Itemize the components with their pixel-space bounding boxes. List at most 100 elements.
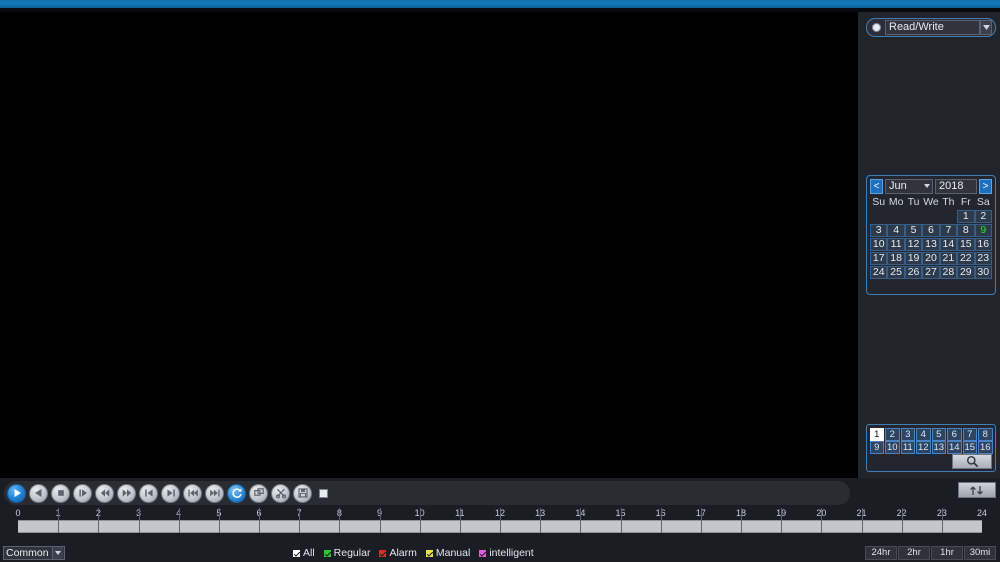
calendar-day[interactable]: 2 xyxy=(974,210,992,223)
rewind-icon xyxy=(99,487,111,499)
scale-button-2hr[interactable]: 2hr xyxy=(898,546,930,560)
legend-item-manual[interactable]: Manual xyxy=(424,547,470,559)
calendar-day[interactable]: 20 xyxy=(922,252,940,265)
channel-button-1[interactable]: 1 xyxy=(869,428,884,441)
calendar-weekday: Sa xyxy=(976,196,990,208)
next-file-button[interactable] xyxy=(205,483,224,503)
calendar-day[interactable]: 3 xyxy=(870,224,888,237)
channel-row-2: 9 10 11 12 13 14 15 16 xyxy=(869,441,993,454)
channel-button-11[interactable]: 11 xyxy=(900,441,915,454)
calendar-day[interactable]: 17 xyxy=(870,252,888,265)
legend-item-alarm[interactable]: Alarm xyxy=(378,547,417,559)
calendar-day[interactable]: 21 xyxy=(939,252,958,265)
channel-button-8[interactable]: 8 xyxy=(978,428,993,441)
channel-button-6[interactable]: 6 xyxy=(947,428,962,441)
calendar-day[interactable]: 24 xyxy=(870,266,888,279)
video-channel-pane[interactable] xyxy=(0,12,858,478)
play-button[interactable] xyxy=(7,483,26,503)
reverse-play-button[interactable] xyxy=(29,483,48,503)
calendar-day[interactable]: 19 xyxy=(904,252,923,265)
timeline-bar[interactable] xyxy=(18,508,982,533)
previous-file-button[interactable] xyxy=(183,483,202,503)
calendar-day[interactable]: 30 xyxy=(974,266,992,279)
timeline-gridline xyxy=(379,508,381,533)
legend-item-regular[interactable]: Regular xyxy=(322,547,370,559)
calendar-day[interactable]: 14 xyxy=(939,238,958,251)
channel-search-button[interactable] xyxy=(952,454,992,469)
calendar-day[interactable]: 23 xyxy=(974,252,992,265)
timeline-gridline xyxy=(500,508,501,533)
calendar-weekday: Tu xyxy=(907,196,920,208)
calendar-day[interactable]: 1 xyxy=(957,210,975,223)
checkbox-all[interactable] xyxy=(292,548,301,558)
next-frame-button[interactable] xyxy=(161,483,180,503)
calendar-day[interactable]: 5 xyxy=(904,224,923,237)
scale-button-24hr[interactable]: 24hr xyxy=(865,546,897,560)
channel-button-16[interactable]: 16 xyxy=(978,441,993,454)
calendar-day[interactable]: 15 xyxy=(957,238,975,251)
stop-button[interactable] xyxy=(51,483,70,503)
clip-button[interactable] xyxy=(271,483,290,503)
sync-toggle-button[interactable] xyxy=(958,482,996,498)
channel-button-15[interactable]: 15 xyxy=(962,441,977,454)
legend-item-intelligent[interactable]: intelligent xyxy=(478,547,534,559)
record-stop-square[interactable] xyxy=(319,488,328,498)
calendar-day[interactable]: 9 xyxy=(974,224,992,237)
calendar-month-select[interactable]: Jun xyxy=(885,179,933,194)
sync-playback-button[interactable] xyxy=(227,483,246,503)
calendar-day[interactable]: 27 xyxy=(922,266,940,279)
calendar-day[interactable]: 6 xyxy=(922,224,940,237)
channel-button-10[interactable]: 10 xyxy=(885,441,900,454)
video-display-area[interactable] xyxy=(0,12,858,478)
scale-button-1hr[interactable]: 1hr xyxy=(931,546,963,560)
slow-play-button[interactable] xyxy=(73,483,92,503)
calendar-day[interactable]: 29 xyxy=(957,266,975,279)
loop-sync-icon xyxy=(231,487,243,499)
calendar-year-input[interactable]: 2018 xyxy=(935,179,977,194)
channel-button-5[interactable]: 5 xyxy=(931,428,946,441)
calendar-day[interactable]: 12 xyxy=(904,238,923,251)
storage-mode-value[interactable]: Read/Write xyxy=(885,20,980,35)
chevron-down-icon[interactable] xyxy=(52,547,63,559)
checkbox-alarm[interactable] xyxy=(378,548,388,558)
fast-forward-button[interactable] xyxy=(117,483,136,503)
channel-button-4[interactable]: 4 xyxy=(916,428,931,441)
calendar-day[interactable]: 7 xyxy=(939,224,958,237)
channel-button-3[interactable]: 3 xyxy=(900,428,915,441)
channel-button-2[interactable]: 2 xyxy=(885,428,900,441)
calendar-day[interactable]: 8 xyxy=(957,224,975,237)
channel-button-13[interactable]: 13 xyxy=(931,441,946,454)
channel-button-7[interactable]: 7 xyxy=(962,428,977,441)
multi-window-button[interactable] xyxy=(249,483,268,503)
scale-button-30mi[interactable]: 30mi xyxy=(964,546,996,560)
rewind-button[interactable] xyxy=(95,483,114,503)
record-type-select[interactable]: Common I xyxy=(3,546,65,560)
scissors-icon xyxy=(275,487,287,499)
previous-frame-button[interactable] xyxy=(139,483,158,503)
channel-button-12[interactable]: 12 xyxy=(916,441,931,454)
calendar-day[interactable]: 10 xyxy=(870,238,888,251)
calendar-day[interactable]: 11 xyxy=(887,238,905,251)
calendar-prev-month-button[interactable]: < xyxy=(870,179,883,194)
legend-item-all[interactable]: All xyxy=(292,547,315,559)
channel-button-9[interactable]: 9 xyxy=(869,441,884,454)
calendar-day[interactable]: 4 xyxy=(887,224,905,237)
backup-button[interactable] xyxy=(293,483,312,503)
calendar-day[interactable]: 13 xyxy=(922,238,940,251)
calendar-day[interactable]: 22 xyxy=(957,252,975,265)
chevron-down-icon[interactable] xyxy=(980,20,992,35)
calendar-day[interactable]: 16 xyxy=(974,238,992,251)
calendar-day[interactable]: 25 xyxy=(887,266,905,279)
checkbox-manual[interactable] xyxy=(424,548,434,558)
checkbox-regular[interactable] xyxy=(322,548,332,558)
calendar-day[interactable]: 18 xyxy=(887,252,905,265)
checkbox-intelligent[interactable] xyxy=(478,548,488,558)
calendar-day[interactable]: 28 xyxy=(939,266,958,279)
channel-button-14[interactable]: 14 xyxy=(947,441,962,454)
storage-mode-selector[interactable]: Read/Write xyxy=(866,18,996,37)
fast-forward-icon xyxy=(121,487,133,499)
calendar-widget[interactable]: < Jun 2018 > Su Mo Tu We Th Fr Sa 123456… xyxy=(866,175,996,295)
right-side-panel: Read/Write < Jun 2018 > Su Mo Tu We Th F… xyxy=(858,12,1000,478)
calendar-next-month-button[interactable]: > xyxy=(979,179,992,194)
calendar-day[interactable]: 26 xyxy=(904,266,923,279)
